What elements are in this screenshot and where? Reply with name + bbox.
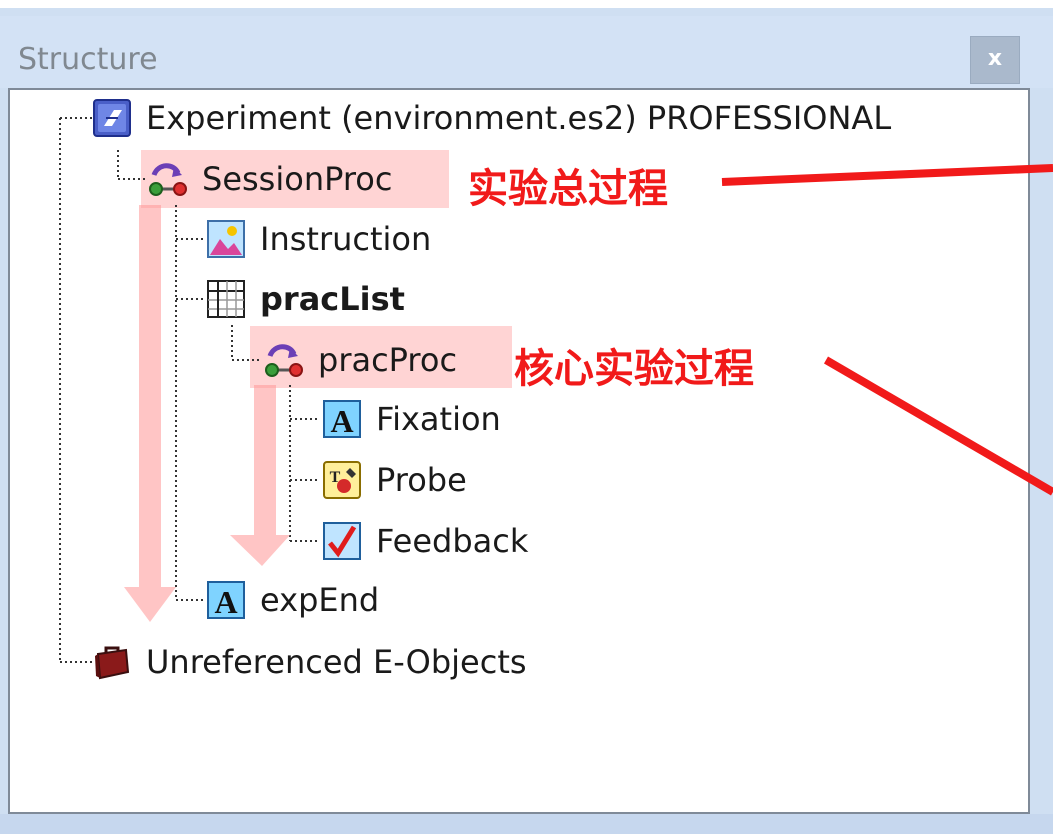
core-pointer-line	[823, 356, 1053, 496]
session-annotation: 实验总过程	[468, 166, 668, 212]
session-arrow	[124, 205, 176, 622]
core-arrow	[230, 385, 290, 566]
core-annotation: 核心实验过程	[514, 346, 754, 392]
annotation-overlay	[124, 164, 1053, 622]
session-pointer-line	[721, 164, 1053, 186]
